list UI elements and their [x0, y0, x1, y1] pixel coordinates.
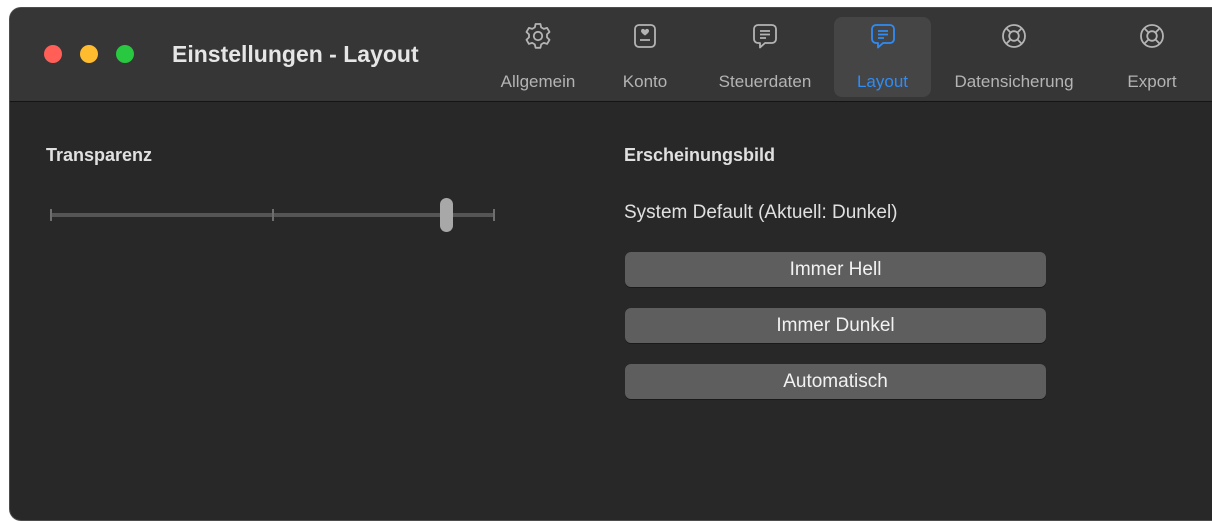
tab-konto[interactable]: Konto — [610, 17, 680, 97]
gear-icon — [525, 23, 551, 49]
appearance-heading: Erscheinungsbild — [624, 145, 776, 165]
window-title: Einstellungen - Layout — [172, 41, 419, 67]
tab-steuerdaten[interactable]: Steuerdaten — [700, 17, 830, 97]
lifebuoy-icon — [1140, 24, 1164, 48]
transparency-heading: Transparenz — [46, 145, 153, 165]
tab-allgemein[interactable]: Allgemein — [486, 17, 590, 97]
tab-layout[interactable]: Layout — [834, 17, 931, 97]
speech-bubble-icon — [870, 24, 895, 49]
id-card-icon — [634, 24, 656, 48]
slider-thumb[interactable] — [440, 198, 453, 232]
slider-tick — [493, 209, 495, 221]
lifebuoy-icon — [1002, 24, 1026, 48]
slider-tick — [272, 209, 274, 221]
tab-label: Datensicherung — [954, 72, 1074, 91]
zoom-window-button[interactable] — [116, 45, 134, 63]
toolbar: Einstellungen - Layout Allgemein Konto S… — [10, 8, 1212, 102]
current-appearance-label: System Default (Aktuell: Dunkel) — [624, 202, 898, 223]
tab-export[interactable]: Export — [1112, 17, 1192, 97]
tab-label: Layout — [856, 72, 909, 91]
always-dark-button[interactable]: Immer Dunkel — [625, 308, 1046, 343]
slider-tick — [50, 209, 52, 221]
close-window-button[interactable] — [44, 45, 62, 63]
always-light-button[interactable]: Immer Hell — [625, 252, 1046, 287]
settings-window: Einstellungen - Layout Allgemein Konto S… — [9, 7, 1212, 521]
tab-label: Steuerdaten — [718, 72, 812, 91]
speech-bubble-icon — [753, 24, 777, 49]
automatic-button[interactable]: Automatisch — [625, 364, 1046, 399]
minimize-window-button[interactable] — [80, 45, 98, 63]
tab-datensicherung[interactable]: Datensicherung — [938, 17, 1090, 97]
tab-label: Export — [1127, 72, 1177, 91]
tab-label: Konto — [622, 72, 668, 91]
tab-label: Allgemein — [500, 72, 576, 91]
